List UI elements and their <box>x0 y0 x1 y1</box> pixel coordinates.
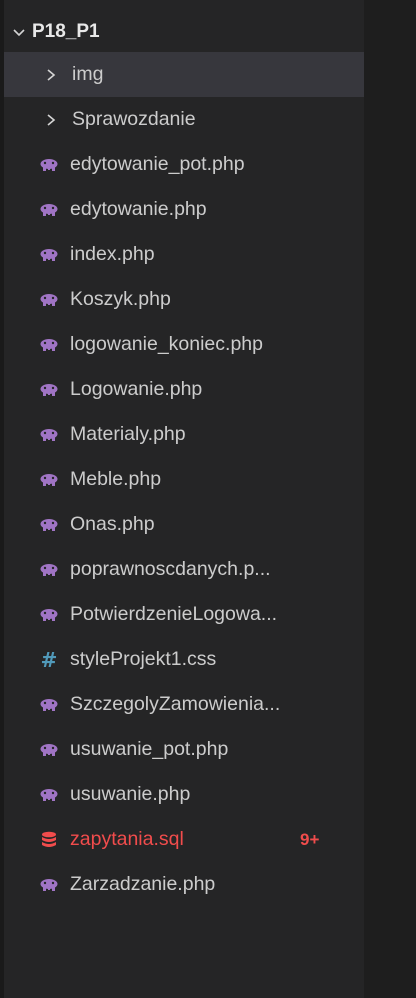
item-label: usuwanie.php <box>70 783 191 805</box>
problems-badge: 9+ <box>300 829 320 849</box>
php-elephant-icon <box>38 788 60 802</box>
php-elephant-icon <box>38 698 60 712</box>
file-item-index-php[interactable]: index.php <box>4 232 364 277</box>
php-elephant-icon <box>38 383 60 397</box>
php-elephant-icon <box>38 158 60 172</box>
chevron-right-icon <box>40 112 62 128</box>
php-elephant-icon <box>38 203 60 217</box>
php-elephant-icon <box>38 563 60 577</box>
file-item-usuwanie-pot-php[interactable]: usuwanie_pot.php <box>4 727 364 772</box>
item-label: zapytania.sql <box>70 828 184 850</box>
php-elephant-icon <box>38 608 60 622</box>
explorer-root-folder[interactable]: P18_P1 <box>4 10 364 54</box>
file-item-materialy-php[interactable]: Materialy.php <box>4 412 364 457</box>
item-label: SzczegolyZamowienia... <box>70 693 281 715</box>
file-item-edytowanie-pot-php[interactable]: edytowanie_pot.php <box>4 142 364 187</box>
folder-item-sprawozdanie[interactable]: Sprawozdanie <box>4 97 364 142</box>
file-item-zapytania-sql[interactable]: zapytania.sql 9+ <box>4 817 364 862</box>
item-label: logowanie_koniec.php <box>70 333 263 355</box>
file-item-logowanie-php[interactable]: Logowanie.php <box>4 367 364 412</box>
file-item-onas-php[interactable]: Onas.php <box>4 502 364 547</box>
item-label: poprawnoscdanych.p... <box>70 558 271 580</box>
file-tree: img Sprawozdanie edytowanie_pot.phpedytowa… <box>4 52 364 907</box>
file-item-zarzadzanie-php[interactable]: Zarzadzanie.php <box>4 862 364 907</box>
item-label: index.php <box>70 243 155 265</box>
item-label: img <box>72 63 104 85</box>
file-item-logowanie-koniec-php[interactable]: logowanie_koniec.php <box>4 322 364 367</box>
file-item-usuwanie-php[interactable]: usuwanie.php <box>4 772 364 817</box>
item-label: usuwanie_pot.php <box>70 738 229 760</box>
item-label: edytowanie.php <box>70 198 207 220</box>
item-label: Onas.php <box>70 513 155 535</box>
item-label: Materialy.php <box>70 423 186 445</box>
php-elephant-icon <box>38 293 60 307</box>
php-elephant-icon <box>38 518 60 532</box>
php-elephant-icon <box>38 743 60 757</box>
file-item-szczegolyzamowienia[interactable]: SzczegolyZamowienia... <box>4 682 364 727</box>
folder-item-img[interactable]: img <box>4 52 364 97</box>
item-label: PotwierdzenieLogowa... <box>70 603 278 625</box>
css-hash-icon: # <box>40 647 58 672</box>
php-elephant-icon <box>38 248 60 262</box>
file-item-edytowanie-php[interactable]: edytowanie.php <box>4 187 364 232</box>
file-item-styleprojekt1-css[interactable]: # styleProjekt1.css <box>4 637 364 682</box>
php-elephant-icon <box>38 473 60 487</box>
chevron-right-icon <box>40 67 62 83</box>
file-item-koszyk-php[interactable]: Koszyk.php <box>4 277 364 322</box>
item-label: edytowanie_pot.php <box>70 153 245 175</box>
php-elephant-icon <box>38 428 60 442</box>
item-label: Zarzadzanie.php <box>70 873 216 895</box>
php-elephant-icon <box>38 878 60 892</box>
root-folder-label: P18_P1 <box>32 21 100 42</box>
chevron-down-icon <box>6 24 32 40</box>
item-label: Logowanie.php <box>70 378 203 400</box>
vscode-window: P18_P1 img Sprawozdanie edytowanie_pot.php… <box>0 0 416 998</box>
php-elephant-icon <box>38 338 60 352</box>
item-label: Sprawozdanie <box>72 108 196 130</box>
item-label: Meble.php <box>70 468 162 490</box>
file-item-meble-php[interactable]: Meble.php <box>4 457 364 502</box>
database-icon <box>38 831 60 849</box>
item-label: styleProjekt1.css <box>70 648 217 670</box>
item-label: Koszyk.php <box>70 288 171 310</box>
file-item-potwierdzenielogowa[interactable]: PotwierdzenieLogowa... <box>4 592 364 637</box>
explorer-panel: P18_P1 img Sprawozdanie edytowanie_pot.php… <box>0 0 364 998</box>
file-item-poprawnoscdanych-p[interactable]: poprawnoscdanych.p... <box>4 547 364 592</box>
editor-area <box>364 0 416 998</box>
